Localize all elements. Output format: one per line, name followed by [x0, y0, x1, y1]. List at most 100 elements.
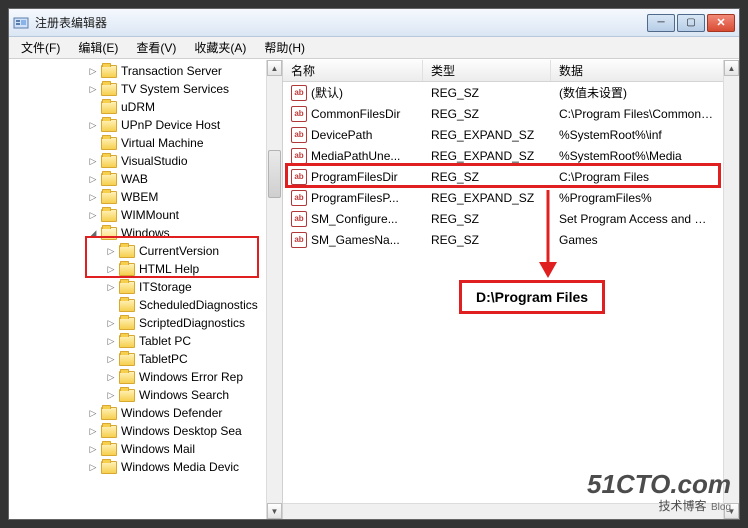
- list-row[interactable]: abCommonFilesDirREG_SZC:\Program Files\C…: [283, 103, 723, 124]
- expand-icon[interactable]: ▷: [105, 263, 117, 275]
- folder-icon: [101, 155, 117, 168]
- tree-item[interactable]: ▷UPnP Device Host: [9, 116, 266, 134]
- string-value-icon: ab: [291, 169, 307, 185]
- folder-icon: [119, 245, 135, 258]
- window-controls: ─ ▢ ✕: [647, 14, 735, 32]
- regedit-window: 注册表编辑器 ─ ▢ ✕ 文件(F) 编辑(E) 查看(V) 收藏夹(A) 帮助…: [8, 8, 740, 520]
- expand-icon[interactable]: ▷: [87, 209, 99, 221]
- value-data: Games: [551, 233, 723, 247]
- list-row[interactable]: ab(默认)REG_SZ(数值未设置): [283, 82, 723, 103]
- tree-item[interactable]: ScheduledDiagnostics: [9, 296, 266, 314]
- registry-tree[interactable]: ▷ Transaction Server ▷TV System Services uD…: [9, 60, 266, 478]
- tree-item[interactable]: ▷ ITStorage: [9, 278, 266, 296]
- col-type[interactable]: 类型: [423, 60, 551, 81]
- expand-icon[interactable]: ▷: [105, 317, 117, 329]
- menu-help[interactable]: 帮助(H): [256, 37, 313, 58]
- expand-icon[interactable]: ▷: [105, 245, 117, 257]
- menu-edit[interactable]: 编辑(E): [70, 37, 126, 58]
- scrollbar-thumb[interactable]: [268, 150, 281, 198]
- titlebar[interactable]: 注册表编辑器 ─ ▢ ✕: [9, 9, 739, 37]
- folder-icon: [119, 263, 135, 276]
- value-name: CommonFilesDir: [311, 107, 400, 121]
- tree-item[interactable]: ▷ Windows Media Devic: [9, 458, 266, 476]
- col-data[interactable]: 数据: [551, 60, 739, 81]
- scroll-up-icon[interactable]: ▲: [724, 60, 739, 76]
- expand-icon[interactable]: ▷: [87, 407, 99, 419]
- expand-icon[interactable]: ▷: [105, 335, 117, 347]
- expand-icon[interactable]: ▷: [87, 425, 99, 437]
- expand-icon[interactable]: ▷: [105, 389, 117, 401]
- list-vscrollbar[interactable]: ▲ ▼: [723, 60, 739, 519]
- expand-icon[interactable]: ▷: [87, 83, 99, 95]
- folder-icon: [101, 191, 117, 204]
- annotation-label: D:\Program Files: [476, 289, 588, 305]
- minimize-button[interactable]: ─: [647, 14, 675, 32]
- tree-item[interactable]: ▷ Windows Search: [9, 386, 266, 404]
- expand-icon[interactable]: ▷: [87, 155, 99, 167]
- expand-icon[interactable]: ▷: [87, 443, 99, 455]
- scroll-down-icon[interactable]: ▼: [724, 503, 739, 519]
- menu-view[interactable]: 查看(V): [128, 37, 184, 58]
- expand-icon[interactable]: ▷: [87, 191, 99, 203]
- expand-icon[interactable]: ▷: [87, 119, 99, 131]
- collapse-icon[interactable]: ◢: [87, 227, 99, 239]
- scroll-up-icon[interactable]: ▲: [267, 60, 282, 76]
- tree-item[interactable]: ▷ HTML Help: [9, 260, 266, 278]
- list-row[interactable]: abSM_Configure...REG_SZSet Program Acces…: [283, 208, 723, 229]
- tree-item-label: Transaction Server: [121, 64, 222, 78]
- folder-icon: [101, 137, 117, 150]
- tree-item-label: WAB: [121, 172, 148, 186]
- tree-item[interactable]: ▷Tablet PC: [9, 332, 266, 350]
- list-row[interactable]: abDevicePathREG_EXPAND_SZ%SystemRoot%\in…: [283, 124, 723, 145]
- close-button[interactable]: ✕: [707, 14, 735, 32]
- tree-item[interactable]: ▷WIMMount: [9, 206, 266, 224]
- value-type: REG_EXPAND_SZ: [423, 191, 551, 205]
- value-data: %ProgramFiles%: [551, 191, 723, 205]
- tree-item[interactable]: ▷WBEM: [9, 188, 266, 206]
- tree-item[interactable]: ▷Windows Error Rep: [9, 368, 266, 386]
- tree-item[interactable]: ▷Windows Desktop Sea: [9, 422, 266, 440]
- expand-icon[interactable]: ▷: [87, 173, 99, 185]
- tree-item[interactable]: ▷ScriptedDiagnostics: [9, 314, 266, 332]
- tree-scrollbar[interactable]: ▲ ▼: [266, 60, 282, 519]
- value-data: Set Program Access and Defaults: [551, 212, 723, 226]
- maximize-button[interactable]: ▢: [677, 14, 705, 32]
- tree-item[interactable]: ▷CurrentVersion: [9, 242, 266, 260]
- tree-item[interactable]: uDRM: [9, 98, 266, 116]
- folder-icon: [119, 389, 135, 402]
- tree-item[interactable]: ▷TabletPC: [9, 350, 266, 368]
- tree-item[interactable]: ◢Windows: [9, 224, 266, 242]
- string-value-icon: ab: [291, 148, 307, 164]
- list-row[interactable]: abProgramFilesP...REG_EXPAND_SZ%ProgramF…: [283, 187, 723, 208]
- value-type: REG_SZ: [423, 170, 551, 184]
- tree-item[interactable]: ▷ WAB: [9, 170, 266, 188]
- tree-item[interactable]: ▷Windows Mail: [9, 440, 266, 458]
- tree-item-label: HTML Help: [139, 262, 199, 276]
- tree-item[interactable]: Virtual Machine: [9, 134, 266, 152]
- tree-item-label: Windows Search: [139, 388, 229, 402]
- expand-icon[interactable]: ▷: [105, 281, 117, 293]
- tree-item-label: Windows Media Devic: [121, 460, 239, 474]
- list-header[interactable]: 名称 类型 数据: [283, 60, 739, 82]
- folder-icon: [119, 317, 135, 330]
- expand-icon[interactable]: ▷: [105, 353, 117, 365]
- expand-icon[interactable]: ▷: [87, 461, 99, 473]
- list-row[interactable]: abSM_GamesNa...REG_SZGames: [283, 229, 723, 250]
- menu-favorites[interactable]: 收藏夹(A): [186, 37, 254, 58]
- tree-item[interactable]: ▷VisualStudio: [9, 152, 266, 170]
- tree-item[interactable]: ▷TV System Services: [9, 80, 266, 98]
- menu-file[interactable]: 文件(F): [13, 37, 68, 58]
- list-row[interactable]: abProgramFilesDirREG_SZC:\Program Files: [283, 166, 723, 187]
- expand-icon[interactable]: ▷: [87, 65, 99, 77]
- tree-item-label: ITStorage: [139, 280, 192, 294]
- tree-item[interactable]: ▷Windows Defender: [9, 404, 266, 422]
- scroll-down-icon[interactable]: ▼: [267, 503, 282, 519]
- list-row[interactable]: abMediaPathUne...REG_EXPAND_SZ%SystemRoo…: [283, 145, 723, 166]
- string-value-icon: ab: [291, 190, 307, 206]
- expand-icon[interactable]: ▷: [105, 371, 117, 383]
- col-name[interactable]: 名称: [283, 60, 423, 81]
- folder-icon: [101, 461, 117, 474]
- list-hscrollbar[interactable]: [283, 503, 723, 519]
- tree-item[interactable]: ▷ Transaction Server: [9, 62, 266, 80]
- tree-item-label: uDRM: [121, 100, 155, 114]
